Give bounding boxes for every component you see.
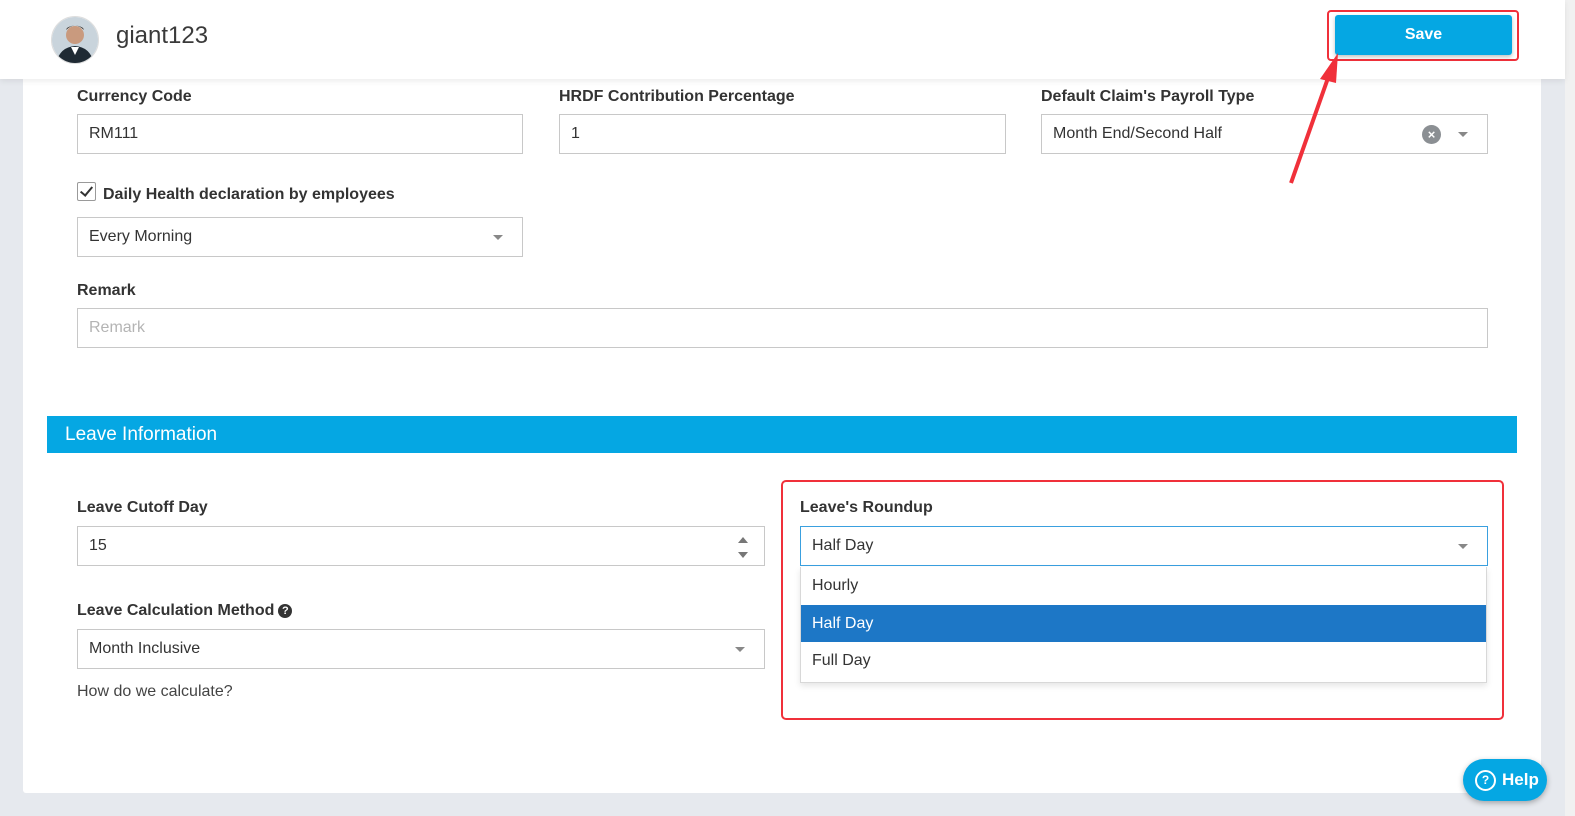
leave-method-label-text: Leave Calculation Method: [77, 602, 275, 619]
spinner-up-icon[interactable]: [738, 537, 748, 543]
caret-down-icon: [493, 235, 503, 240]
leave-cutoff-value: 15: [89, 537, 107, 554]
leave-roundup-select[interactable]: Half Day: [800, 526, 1488, 566]
how-calculate-link[interactable]: How do we calculate?: [77, 683, 233, 701]
option-hourly[interactable]: Hourly: [801, 567, 1486, 605]
payroll-type-value: Month End/Second Half: [1053, 125, 1222, 142]
save-button[interactable]: Save: [1335, 15, 1512, 55]
option-full-day[interactable]: Full Day: [801, 642, 1486, 680]
username: giant123: [116, 22, 209, 49]
spinner-down-icon[interactable]: [738, 552, 748, 558]
leave-information-header: Leave Information: [47, 416, 1517, 453]
annotation-arrow: [1289, 53, 1338, 184]
scrollbar[interactable]: [1565, 0, 1575, 816]
leave-roundup-value: Half Day: [812, 537, 874, 554]
checkmark-icon: [79, 183, 94, 197]
currency-code-value: RM111: [89, 125, 139, 142]
remark-label: Remark: [77, 282, 136, 299]
help-button-label: Help: [1502, 770, 1539, 789]
health-frequency-value: Every Morning: [89, 228, 193, 245]
hrdf-input[interactable]: 1: [559, 114, 1006, 154]
caret-down-icon: [735, 647, 745, 652]
remark-input[interactable]: Remark: [77, 308, 1488, 348]
hrdf-label: HRDF Contribution Percentage: [559, 88, 795, 105]
currency-code-input[interactable]: RM111: [77, 114, 523, 154]
health-frequency-select[interactable]: Every Morning: [77, 217, 523, 257]
leave-roundup-options: Hourly Half Day Full Day: [800, 567, 1487, 683]
leave-method-value: Month Inclusive: [89, 640, 201, 657]
payroll-type-label: Default Claim's Payroll Type: [1041, 88, 1255, 105]
caret-down-icon: [1458, 544, 1468, 549]
leave-roundup-label: Leave's Roundup: [800, 499, 933, 516]
leave-method-label: Leave Calculation Method?: [77, 602, 293, 620]
currency-code-label: Currency Code: [77, 88, 192, 105]
option-half-day[interactable]: Half Day: [801, 604, 1486, 642]
remark-placeholder: Remark: [89, 319, 146, 336]
question-circle-icon: ?: [1475, 770, 1496, 791]
clear-icon[interactable]: ×: [1422, 125, 1441, 144]
leave-cutoff-label: Leave Cutoff Day: [77, 499, 208, 516]
health-declaration-label: Daily Health declaration by employees: [103, 186, 395, 203]
leave-cutoff-input[interactable]: 15: [77, 526, 765, 566]
question-circle-icon[interactable]: ?: [278, 604, 293, 618]
payroll-type-select[interactable]: Month End/Second Half ×: [1041, 114, 1488, 154]
caret-down-icon: [1458, 132, 1468, 137]
hrdf-value: 1: [571, 125, 580, 142]
avatar[interactable]: [51, 16, 99, 64]
leave-method-select[interactable]: Month Inclusive: [77, 629, 765, 669]
help-button[interactable]: ? Help: [1463, 759, 1547, 801]
health-declaration-checkbox[interactable]: [77, 182, 96, 201]
